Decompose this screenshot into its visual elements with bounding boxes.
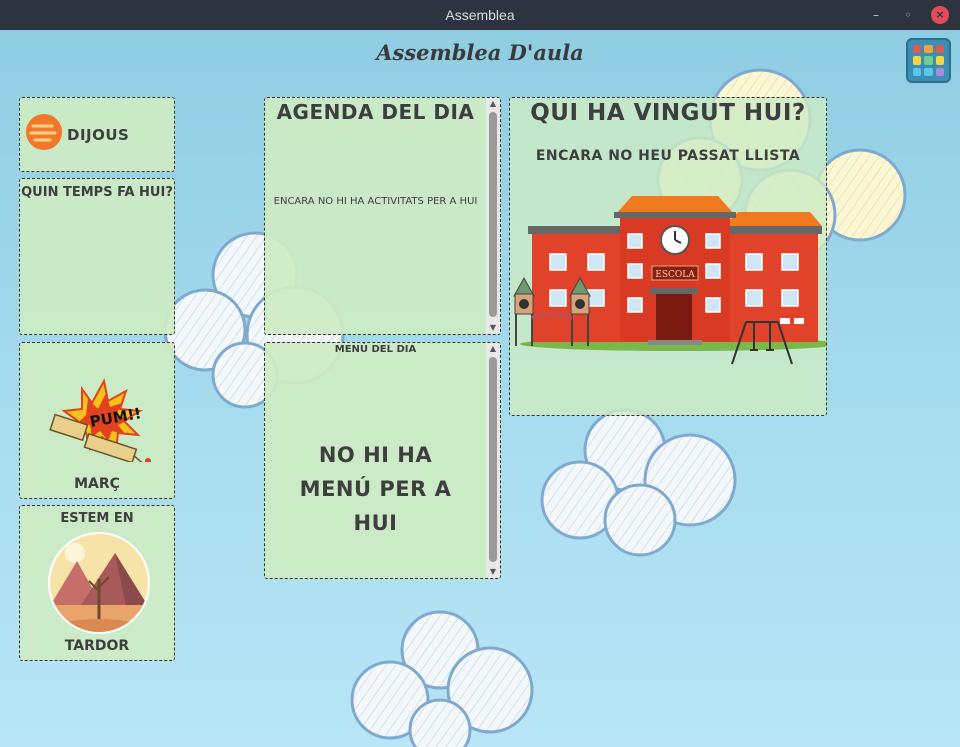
attendance-subtitle: ENCARA NO HEU PASSAT LLISTA <box>535 148 801 164</box>
attendance-title: QUI HA VINGUT HUI? <box>530 100 806 126</box>
scroll-up-icon[interactable]: ▲ <box>486 98 500 110</box>
firecracker-icon: PUM!! <box>49 378 151 462</box>
scroll-up-icon[interactable]: ▲ <box>486 343 500 355</box>
window-titlebar: Assemblea – ◦ × <box>0 0 960 30</box>
apps-grid-icon <box>935 56 944 65</box>
sun-icon <box>26 114 62 150</box>
agenda-empty-message: ENCARA NO HI HA ACTIVITATS PER A HUI <box>273 196 478 207</box>
restore-button[interactable]: ◦ <box>899 6 917 24</box>
school-sign: ESCOLA <box>655 270 695 280</box>
minimize-button[interactable]: – <box>867 6 885 24</box>
school-illustration: ESCOLA <box>513 196 826 365</box>
apps-grid-icon <box>935 45 944 54</box>
apps-grid-icon <box>935 67 944 76</box>
season-panel[interactable]: ESTEM EN TARDOR <box>19 505 175 661</box>
menu-scrollbar[interactable]: ▲ ▼ <box>486 343 500 578</box>
scroll-down-icon[interactable]: ▼ <box>486 322 500 334</box>
season-prefix: ESTEM EN <box>60 511 134 526</box>
agenda-panel: AGENDA DEL DIA ENCARA NO HI HA ACTIVITAT… <box>264 97 501 335</box>
day-label: DIJOUS <box>67 126 130 144</box>
app-title: Assemblea D'aula <box>376 40 584 65</box>
month-panel[interactable]: PUM!! MARÇ <box>19 342 175 499</box>
weather-panel[interactable]: QUIN TEMPS FA HUI? <box>19 178 175 335</box>
weather-question: QUIN TEMPS FA HUI? <box>21 185 173 200</box>
apps-grid-button[interactable] <box>906 38 951 83</box>
close-button[interactable]: × <box>931 6 949 24</box>
menu-title: MENÚ DEL DIA <box>334 344 417 355</box>
menu-empty-message: NO HI HA MENÚ PER A HUI <box>299 443 452 535</box>
agenda-scroll-thumb[interactable] <box>489 112 497 317</box>
apps-grid-icon <box>924 56 933 65</box>
scroll-down-icon[interactable]: ▼ <box>486 566 500 578</box>
apps-grid-icon <box>913 67 922 76</box>
apps-grid-icon <box>913 56 922 65</box>
attendance-panel[interactable]: QUI HA VINGUT HUI? ENCARA NO HEU PASSAT … <box>509 97 827 416</box>
apps-grid-icon <box>913 45 922 54</box>
window-title: Assemblea <box>445 7 515 23</box>
agenda-scrollbar[interactable]: ▲ ▼ <box>486 98 500 334</box>
day-panel[interactable]: DIJOUS <box>19 97 175 172</box>
apps-grid-icon <box>924 67 933 76</box>
season-label: TARDOR <box>64 638 130 654</box>
menu-scroll-thumb[interactable] <box>489 357 497 562</box>
agenda-title: AGENDA DEL DIA <box>276 100 475 124</box>
apps-grid-icon <box>924 45 933 54</box>
menu-panel: MENÚ DEL DIA NO HI HA MENÚ PER A HUI ▲ ▼ <box>264 342 501 579</box>
month-label: MARÇ <box>74 476 120 492</box>
autumn-landscape-icon <box>48 532 150 634</box>
